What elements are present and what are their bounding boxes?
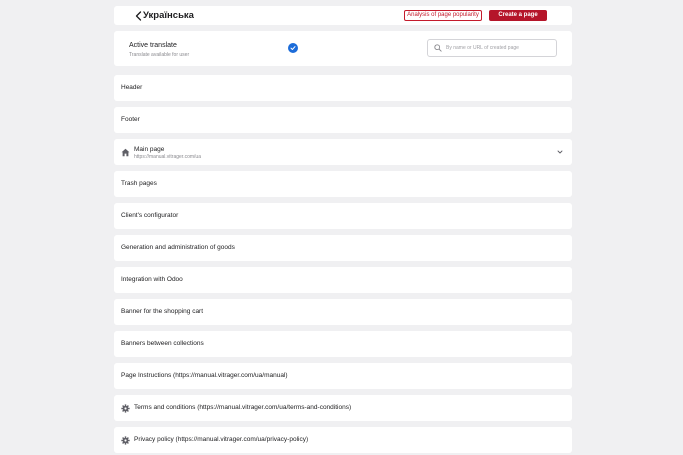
search-icon: [434, 44, 442, 52]
page-row-clients-configurator[interactable]: Client's configurator: [114, 203, 572, 229]
page-row-main-page[interactable]: Main page https://manual.vitrager.com/ua: [114, 139, 572, 165]
page-row-label: Header: [121, 84, 143, 91]
home-icon: [121, 148, 130, 157]
page-row-label: Generation and administration of goods: [121, 244, 235, 251]
page-row-banners-collections[interactable]: Banners between collections: [114, 331, 572, 357]
page-row-terms-conditions[interactable]: Terms and conditions (https://manual.vit…: [114, 395, 572, 421]
page-row-trash-pages[interactable]: Trash pages: [114, 171, 572, 197]
active-translate-label: Active translate: [129, 42, 177, 49]
page-row-label: Terms and conditions (https://manual.vit…: [134, 404, 352, 411]
analysis-popularity-button[interactable]: Analysis of page popularity: [404, 10, 482, 21]
page-row-privacy-policy[interactable]: Privacy policy (https://manual.vitrager.…: [114, 427, 572, 453]
page-row-label: Trash pages: [121, 180, 157, 187]
active-translate-checkbox[interactable]: [288, 43, 298, 53]
page-row-generation-goods[interactable]: Generation and administration of goods: [114, 235, 572, 261]
chevron-down-icon[interactable]: [556, 148, 564, 156]
page-row-label: Privacy policy (https://manual.vitrager.…: [134, 436, 309, 443]
create-page-button[interactable]: Create a page: [489, 10, 547, 21]
page-row-integration-odoo[interactable]: Integration with Odoo: [114, 267, 572, 293]
search-input[interactable]: [446, 42, 554, 54]
top-bar: Українська Analysis of page popularity C…: [114, 6, 572, 25]
page-row-footer[interactable]: Footer: [114, 107, 572, 133]
gear-icon: [121, 436, 130, 445]
gear-icon: [121, 404, 130, 413]
main-page-url: https://manual.vitrager.com/ua: [134, 154, 201, 160]
chevron-left-icon: [135, 10, 141, 21]
page-row-header[interactable]: Header: [114, 75, 572, 101]
page-row-label: Banners between collections: [121, 340, 204, 347]
active-translate-sublabel: Translate available for user: [129, 52, 190, 58]
main-page-label: Main page: [134, 146, 165, 153]
page-row-page-instructions[interactable]: Page Instructions (https://manual.vitrag…: [114, 363, 572, 389]
page-row-banner-cart[interactable]: Banner for the shopping cart: [114, 299, 572, 325]
page-row-label: Banner for the shopping cart: [121, 308, 204, 315]
search-box: [427, 39, 557, 57]
page-row-label: Integration with Odoo: [121, 276, 183, 283]
page-row-label: Client's configurator: [121, 212, 179, 219]
page-row-label: Page Instructions (https://manual.vitrag…: [121, 372, 288, 379]
check-icon: [290, 46, 296, 50]
translation-settings-card: Active translate Translate available for…: [114, 31, 572, 66]
page-row-label: Footer: [121, 116, 140, 123]
page-title: Українська: [143, 10, 194, 21]
